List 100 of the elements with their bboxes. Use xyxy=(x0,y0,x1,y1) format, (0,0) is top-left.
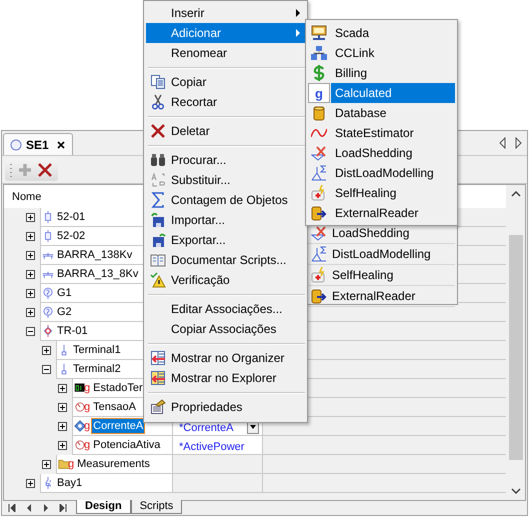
sheet-tab[interactable]: Design xyxy=(76,500,131,514)
tree-item[interactable]: Terminal1 xyxy=(71,342,123,358)
menu-item[interactable]: Exportar... xyxy=(146,230,305,250)
tree-item[interactable]: 52-02 xyxy=(55,228,88,244)
export-icon xyxy=(150,232,166,248)
tree-item[interactable]: Measurements xyxy=(75,456,152,472)
menu-item[interactable]: LoadShedding xyxy=(331,143,455,163)
cylinder-icon xyxy=(311,105,327,121)
menu-item[interactable]: Billing xyxy=(331,63,455,83)
menu-item[interactable]: Mostrar no Explorer xyxy=(146,368,305,388)
sigma-icon xyxy=(150,192,166,208)
menu-item[interactable]: Mostrar no Organizer xyxy=(146,348,305,368)
reference-value: *ActivePower xyxy=(179,441,244,453)
menu-item[interactable]: DistLoadModelling xyxy=(331,163,455,183)
document-tab[interactable]: SE1 xyxy=(3,133,73,155)
tree-item[interactable]: CorrenteA xyxy=(91,418,146,434)
binoculars-icon xyxy=(150,152,166,168)
first-page-icon[interactable] xyxy=(8,504,16,512)
menu-item[interactable]: Documentar Scripts... xyxy=(146,250,305,270)
calculated-letter: g xyxy=(84,382,90,394)
reader-icon xyxy=(311,288,327,304)
expand-icon[interactable] xyxy=(26,251,35,260)
delete-icon[interactable] xyxy=(37,162,53,178)
expand-icon[interactable] xyxy=(26,270,35,279)
expand-icon[interactable] xyxy=(26,479,35,488)
first-aid-icon xyxy=(311,267,327,283)
scroll-left-icon[interactable] xyxy=(499,137,507,149)
menu-item[interactable]: Substituir... xyxy=(146,170,305,190)
menu-item[interactable]: ExternalReader xyxy=(331,203,455,223)
menu-item[interactable]: Editar Associações... xyxy=(146,299,305,319)
scroll-down-icon[interactable] xyxy=(510,488,520,494)
menu-item[interactable]: Deletar xyxy=(146,121,305,141)
tree-item[interactable]: PotenciaAtiva xyxy=(91,437,162,453)
tree-item[interactable]: G2 xyxy=(55,304,74,320)
computer-icon xyxy=(311,25,327,41)
next-page-icon[interactable] xyxy=(42,504,50,512)
tree-item[interactable]: Bay1 xyxy=(55,475,84,491)
shedding-icon xyxy=(311,145,327,161)
expand-icon[interactable] xyxy=(42,460,51,469)
last-page-icon[interactable] xyxy=(59,504,67,512)
menu-item[interactable]: Propriedades xyxy=(146,397,305,417)
shedding-icon xyxy=(311,225,327,241)
reference-value: *CorrenteA xyxy=(179,422,234,434)
vertical-scrollbar[interactable] xyxy=(506,185,525,500)
menu-item-label: SelfHealing xyxy=(332,268,394,282)
menu-item[interactable]: Calculated xyxy=(331,83,455,103)
expand-icon[interactable] xyxy=(58,384,67,393)
tree-item[interactable]: EstadoTer xyxy=(91,380,145,396)
tree-item[interactable]: 52-01 xyxy=(55,209,88,225)
menu-item[interactable]: Adicionar xyxy=(146,23,305,43)
network-icon xyxy=(311,45,327,61)
scroll-right-icon[interactable] xyxy=(514,137,522,149)
menu-item[interactable]: Renomear xyxy=(146,43,305,63)
tree-item[interactable]: Terminal2 xyxy=(71,361,123,377)
menu-item-label: ExternalReader xyxy=(332,289,416,303)
close-icon[interactable] xyxy=(56,140,66,150)
replace-icon xyxy=(150,172,166,188)
sheet-tab[interactable]: Scripts xyxy=(130,500,182,514)
expand-icon[interactable] xyxy=(26,289,35,298)
tree-item[interactable]: BARRA_138Kv xyxy=(55,247,134,263)
scroll-up-icon[interactable] xyxy=(510,191,520,197)
expand-icon[interactable] xyxy=(26,232,35,241)
calculated-letter: g xyxy=(84,440,90,450)
tree-item[interactable]: BARRA_13_8Kv xyxy=(55,266,140,282)
dollar-icon xyxy=(311,65,327,81)
tree-item[interactable]: TR-01 xyxy=(55,323,90,339)
generator-icon xyxy=(42,305,54,319)
expand-icon[interactable] xyxy=(58,422,67,431)
expand-icon[interactable] xyxy=(26,213,35,222)
book-icon xyxy=(150,252,166,268)
menu-item[interactable]: CCLink xyxy=(331,43,455,63)
expand-icon[interactable] xyxy=(26,308,35,317)
menu-item-label: LoadShedding xyxy=(332,226,410,240)
previous-page-icon[interactable] xyxy=(25,504,33,512)
expand-icon[interactable] xyxy=(58,441,67,450)
menu-item[interactable]: Verificação xyxy=(146,270,305,290)
tree-item[interactable]: TensaoA xyxy=(91,399,138,415)
collapse-icon[interactable] xyxy=(26,327,35,336)
column-header-label[interactable]: Nome xyxy=(12,190,42,202)
expand-icon[interactable] xyxy=(42,346,51,355)
menu-item[interactable]: Recortar xyxy=(146,92,305,112)
menu-item[interactable]: Procurar... xyxy=(146,150,305,170)
menu-item[interactable]: Copiar xyxy=(146,72,305,92)
expand-icon[interactable] xyxy=(58,403,67,412)
generator-icon xyxy=(42,286,54,300)
properties-icon xyxy=(150,399,166,415)
calculated-letter: g xyxy=(84,420,90,432)
menu-item[interactable]: Importar... xyxy=(146,210,305,230)
tree-item[interactable]: G1 xyxy=(55,285,74,301)
delete-icon xyxy=(150,123,166,139)
reader-icon xyxy=(311,205,327,221)
collapse-icon[interactable] xyxy=(42,365,51,374)
menu-item[interactable]: Database xyxy=(331,103,455,123)
menu-item[interactable]: Contagem de Objetos xyxy=(146,190,305,210)
menu-item[interactable]: StateEstimator xyxy=(331,123,455,143)
menu-item[interactable]: Inserir xyxy=(146,3,305,23)
menu-item[interactable]: SelfHealing xyxy=(331,183,455,203)
menu-item[interactable]: Copiar Associações xyxy=(146,319,305,339)
menu-item[interactable]: Scada xyxy=(331,23,455,43)
scroll-thumb[interactable] xyxy=(508,235,522,460)
